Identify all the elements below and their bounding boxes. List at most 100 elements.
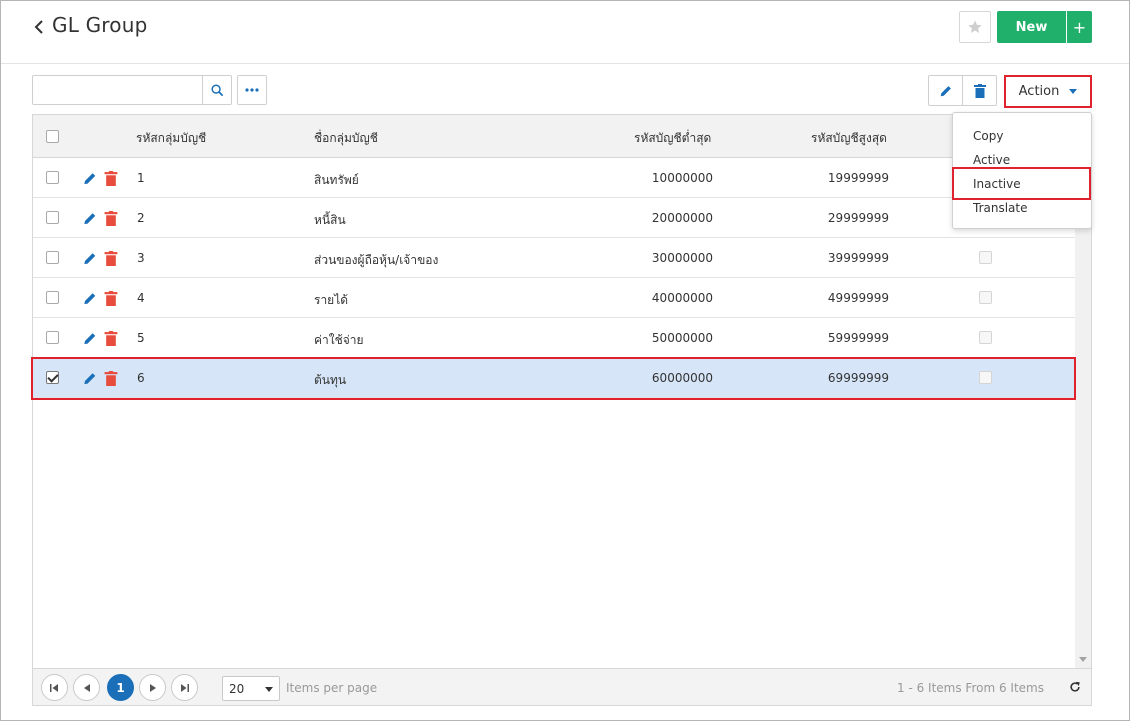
column-header-min-account[interactable]: รหัสบัญชีต่ำสุด: [634, 129, 711, 148]
column-header-name[interactable]: ชื่อกลุ่มบัญชี: [314, 129, 378, 148]
page-size-value: 20: [229, 681, 245, 696]
delete-button[interactable]: [962, 75, 997, 106]
page-header: GL Group New +: [1, 1, 1129, 64]
refresh-icon: [1070, 681, 1080, 692]
cell-max-account: 39999999: [827, 251, 889, 265]
menu-item-copy[interactable]: Copy: [953, 124, 1091, 148]
column-header-code[interactable]: รหัสกลุ่มบัญชี: [136, 129, 206, 148]
inactive-checkbox: [979, 371, 992, 384]
search-icon: [210, 83, 223, 96]
cell-max-account: 69999999: [827, 371, 889, 385]
column-header-max-account[interactable]: รหัสบัญชีสูงสุด: [811, 129, 887, 148]
ellipsis-icon: [245, 88, 259, 92]
cell-code: 3: [137, 251, 145, 265]
cell-name: หนี้สิน: [314, 213, 346, 227]
trash-icon[interactable]: [104, 251, 118, 266]
pager-info: 1 - 6 Items From 6 Items: [897, 681, 1044, 695]
edit-button[interactable]: [928, 75, 963, 106]
last-page-icon: [181, 683, 189, 692]
pencil-icon[interactable]: [82, 331, 98, 346]
row-checkbox[interactable]: [46, 291, 59, 304]
row-checkbox[interactable]: [46, 331, 59, 344]
inactive-checkbox: [979, 331, 992, 344]
cell-min-account: 50000000: [651, 331, 713, 345]
vertical-scrollbar[interactable]: [1075, 158, 1091, 668]
page-size-select[interactable]: 20: [222, 676, 280, 701]
items-per-page-label: Items per page: [286, 681, 378, 695]
cell-min-account: 30000000: [651, 251, 713, 265]
refresh-button[interactable]: [1067, 679, 1083, 695]
trash-icon[interactable]: [104, 371, 118, 386]
cell-code: 5: [137, 331, 145, 345]
cell-code: 4: [137, 291, 145, 305]
table-row[interactable]: 2 หนี้สิน 20000000 29999999: [33, 198, 1075, 238]
search-input[interactable]: [32, 75, 203, 105]
trash-icon[interactable]: [104, 331, 118, 346]
previous-page-button[interactable]: [73, 674, 100, 701]
cell-name: ส่วนของผู้ถือหุ้น/เจ้าของ: [314, 253, 439, 267]
cell-code: 6: [137, 371, 145, 385]
cell-min-account: 20000000: [651, 211, 713, 225]
cell-max-account: 29999999: [827, 211, 889, 225]
cell-min-account: 10000000: [651, 171, 713, 185]
pager: 1 20 Items per page 1 - 6 Items From 6 I…: [33, 668, 1091, 705]
cell-name: ต้นทุน: [314, 373, 347, 387]
more-options-button[interactable]: [237, 75, 267, 105]
new-dropdown-button[interactable]: +: [1067, 11, 1092, 43]
cell-name: ค่าใช้จ่าย: [314, 333, 364, 347]
grid-header: รหัสกลุ่มบัญชี ชื่อกลุ่มบัญชี รหัสบัญชีต…: [33, 115, 1091, 158]
page-title: GL Group: [52, 13, 148, 37]
pencil-icon[interactable]: [82, 211, 98, 226]
table-row[interactable]: 4 รายได้ 40000000 49999999: [33, 278, 1075, 318]
table-row-selected[interactable]: 6 ต้นทุน 60000000 69999999: [33, 358, 1075, 398]
row-checkbox-checked[interactable]: [46, 371, 59, 384]
table-row[interactable]: 5 ค่าใช้จ่าย 50000000 59999999: [33, 318, 1075, 358]
pencil-icon[interactable]: [82, 251, 98, 266]
star-icon: [968, 20, 982, 33]
pencil-icon[interactable]: [82, 371, 98, 386]
back-button[interactable]: [29, 14, 49, 40]
new-button[interactable]: New: [997, 11, 1066, 43]
inactive-checkbox: [979, 251, 992, 264]
trash-icon[interactable]: [104, 291, 118, 306]
page-button-current[interactable]: 1: [107, 674, 134, 701]
pencil-icon: [940, 85, 951, 96]
cell-name: รายได้: [314, 293, 349, 307]
row-checkbox[interactable]: [46, 171, 59, 184]
pencil-icon[interactable]: [82, 171, 98, 186]
menu-item-active[interactable]: Active: [953, 148, 1091, 172]
table-row[interactable]: 3 ส่วนของผู้ถือหุ้น/เจ้าของ 30000000 399…: [33, 238, 1075, 278]
inactive-checkbox: [979, 291, 992, 304]
search-button[interactable]: [202, 75, 232, 105]
first-page-icon: [50, 683, 58, 692]
cell-max-account: 19999999: [827, 171, 889, 185]
action-dropdown-button[interactable]: Action: [1004, 75, 1092, 108]
menu-item-inactive[interactable]: Inactive: [953, 172, 1091, 196]
cell-min-account: 60000000: [651, 371, 713, 385]
scroll-down-arrow-icon[interactable]: [1079, 657, 1087, 662]
app-window: GL Group New + Action รหัสกลุ่มบัญชี ชื่…: [0, 0, 1130, 721]
first-page-button[interactable]: [41, 674, 68, 701]
cell-max-account: 49999999: [827, 291, 889, 305]
select-all-checkbox[interactable]: [46, 130, 59, 143]
caret-right-icon: [149, 683, 156, 692]
table-row[interactable]: 1 สินทรัพย์ 10000000 19999999: [33, 158, 1075, 198]
menu-item-translate[interactable]: Translate: [953, 196, 1091, 220]
next-page-button[interactable]: [139, 674, 166, 701]
trash-icon[interactable]: [104, 171, 118, 186]
favorite-button[interactable]: [959, 11, 991, 43]
caret-left-icon: [83, 683, 90, 692]
row-checkbox[interactable]: [46, 211, 59, 224]
pencil-icon[interactable]: [82, 291, 98, 306]
action-dropdown-menu: Copy Active Inactive Translate: [952, 112, 1092, 229]
chevron-left-icon: [34, 20, 43, 34]
action-label: Action: [1018, 84, 1060, 99]
last-page-button[interactable]: [171, 674, 198, 701]
row-checkbox[interactable]: [46, 251, 59, 264]
cell-code: 1: [137, 171, 145, 185]
cell-name: สินทรัพย์: [314, 173, 359, 187]
trash-icon[interactable]: [104, 211, 118, 226]
caret-down-icon: [265, 687, 273, 692]
gl-group-grid: รหัสกลุ่มบัญชี ชื่อกลุ่มบัญชี รหัสบัญชีต…: [32, 114, 1092, 706]
trash-icon: [973, 83, 986, 98]
